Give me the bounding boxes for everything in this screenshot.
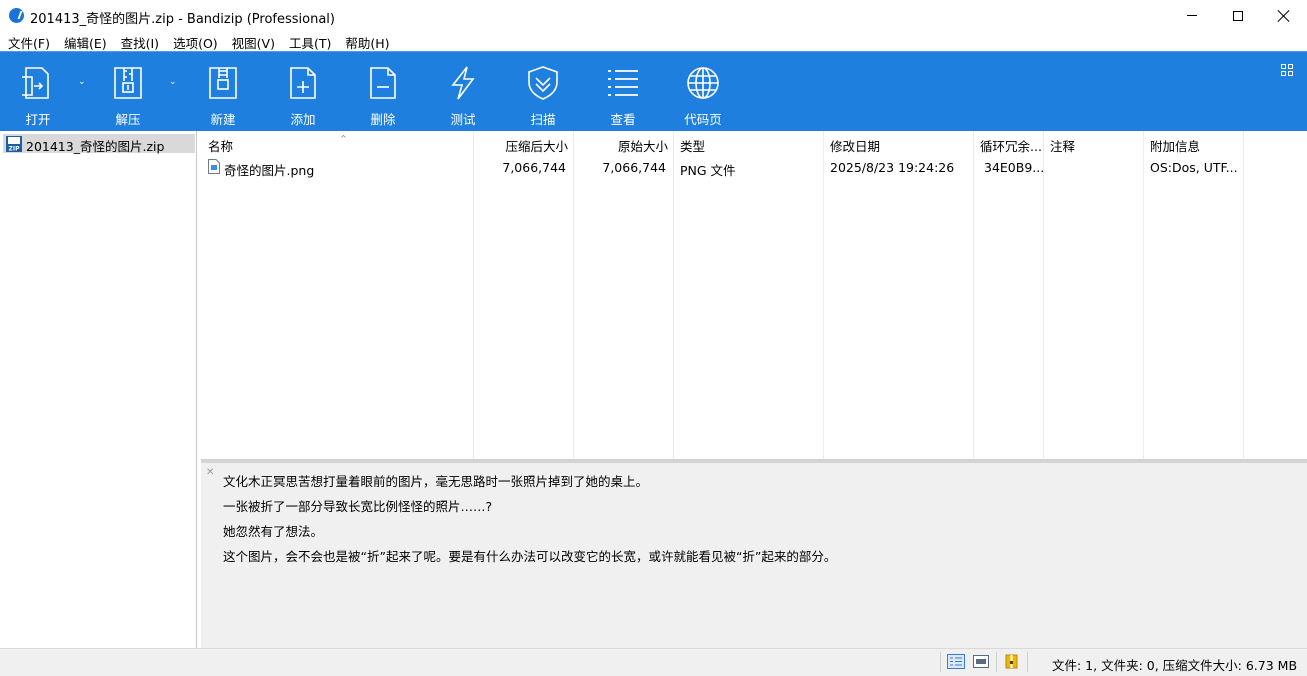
file-name-cell: 奇怪的图片.png — [224, 163, 315, 178]
codepage-globe-icon — [685, 65, 721, 101]
file-modified-cell: 2025/8/23 19:24:26 — [830, 160, 955, 175]
file-extra-cell: OS:Dos, UTF... — [1150, 160, 1238, 175]
test-button[interactable]: 测试 — [431, 52, 495, 132]
open-archive-icon — [20, 65, 56, 101]
test-lightning-icon — [445, 65, 481, 101]
minimize-button[interactable] — [1169, 0, 1215, 31]
codepage-label: 代码页 — [684, 112, 722, 127]
new-button[interactable]: 新建 — [191, 52, 255, 132]
close-icon — [1278, 10, 1290, 22]
scan-shield-icon — [525, 65, 561, 101]
open-button[interactable]: 打开 — [6, 52, 70, 132]
delete-file-icon — [365, 65, 401, 101]
status-divider — [940, 652, 941, 672]
menu-bar: 文件(F) 编辑(E) 查找(I) 选项(O) 视图(V) 工具(T) 帮助(H… — [0, 31, 1307, 51]
details-view-icon[interactable] — [947, 654, 965, 669]
column-divider[interactable] — [673, 131, 674, 459]
extract-zipper-icon — [110, 65, 146, 101]
delete-label: 删除 — [370, 112, 396, 127]
delete-button[interactable]: 删除 — [351, 52, 415, 132]
column-header-packed[interactable]: 压缩后大小 — [473, 136, 568, 155]
archive-info-icon[interactable] — [1003, 654, 1021, 669]
sort-ascending-icon: ^ — [340, 134, 347, 143]
open-label: 打开 — [25, 112, 51, 127]
menu-edit[interactable]: 编辑(E) — [64, 31, 107, 51]
column-header-extra[interactable]: 附加信息 — [1150, 136, 1200, 155]
menu-view[interactable]: 视图(V) — [232, 31, 275, 51]
title-bar: 201413_奇怪的图片.zip - Bandizip (Professiona… — [0, 0, 1307, 31]
status-divider — [996, 652, 997, 672]
scan-label: 扫描 — [530, 112, 556, 127]
column-divider[interactable] — [473, 131, 474, 459]
menu-file[interactable]: 文件(F) — [8, 31, 50, 51]
svg-text:ZIP: ZIP — [9, 146, 21, 153]
close-comment-icon[interactable]: ✕ — [206, 468, 216, 478]
column-divider[interactable] — [573, 131, 574, 459]
archive-comment-pane: ✕ 文化木正冥思苦想打量着眼前的图片，毫无思路时一张照片掉到了她的桌上。 一张被… — [201, 463, 1307, 648]
tree-item-label: 201413_奇怪的图片.zip — [26, 139, 165, 154]
open-dropdown-chevron-icon[interactable]: ⌄ — [78, 77, 88, 87]
extract-button[interactable]: 解压 — [96, 52, 160, 132]
extract-label: 解压 — [115, 112, 141, 127]
column-header-crc[interactable]: 循环冗余... — [980, 136, 1042, 155]
close-button[interactable] — [1261, 0, 1307, 31]
png-file-icon — [208, 159, 220, 174]
column-header-name[interactable]: 名称 ^ — [208, 134, 347, 155]
new-label: 新建 — [210, 112, 236, 127]
window-title: 201413_奇怪的图片.zip - Bandizip (Professiona… — [30, 12, 335, 27]
view-label: 查看 — [610, 112, 636, 127]
file-type-cell: PNG 文件 — [680, 163, 736, 178]
column-divider[interactable] — [973, 131, 974, 459]
status-bar: 文件: 1, 文件夹: 0, 压缩文件大小: 6.73 MB — [0, 648, 1307, 676]
menu-find[interactable]: 查找(I) — [121, 31, 159, 51]
view-list-icon — [605, 65, 641, 101]
column-divider[interactable] — [1143, 131, 1144, 459]
column-divider[interactable] — [823, 131, 824, 459]
maximize-button[interactable] — [1215, 0, 1261, 31]
menu-options[interactable]: 选项(O) — [173, 31, 218, 51]
zip-archive-icon: ZIP — [6, 136, 22, 153]
view-button[interactable]: 查看 — [591, 52, 655, 132]
tree-item-archive[interactable]: ZIP 201413_奇怪的图片.zip — [3, 134, 195, 154]
status-summary: 文件: 1, 文件夹: 0, 压缩文件大小: 6.73 MB — [1052, 658, 1298, 673]
column-header-comment[interactable]: 注释 — [1050, 136, 1075, 155]
scan-button[interactable]: 扫描 — [511, 52, 575, 132]
add-file-icon — [285, 65, 321, 101]
file-list-pane: 名称 ^ 压缩后大小 原始大小 类型 修改日期 循环冗余... 注释 附加信息 … — [201, 131, 1307, 459]
thumbnail-view-icon[interactable] — [972, 654, 990, 669]
comment-line: 她忽然有了想法。 — [223, 524, 324, 539]
comment-line: 这个图片，会不会也是被“折”起来了呢。要是有什么办法可以改变它的长宽，或许就能看… — [223, 549, 837, 564]
extract-dropdown-chevron-icon[interactable]: ⌄ — [169, 77, 179, 87]
comment-line: 一张被折了一部分导致长宽比例怪怪的照片……? — [223, 499, 493, 514]
maximize-icon — [1233, 10, 1243, 21]
comment-line: 文化木正冥思苦想打量着眼前的图片，毫无思路时一张照片掉到了她的桌上。 — [223, 474, 649, 489]
column-header-type[interactable]: 类型 — [680, 136, 705, 155]
menu-help[interactable]: 帮助(H) — [345, 31, 389, 51]
add-button[interactable]: 添加 — [271, 52, 335, 132]
test-label: 测试 — [450, 112, 476, 127]
column-header-name-label: 名称 — [208, 139, 234, 154]
column-header-modified[interactable]: 修改日期 — [830, 136, 880, 155]
bandizip-app-icon — [9, 8, 24, 23]
new-archive-icon — [205, 65, 241, 101]
folder-tree-pane: ZIP 201413_奇怪的图片.zip — [0, 131, 197, 648]
status-divider — [1027, 652, 1028, 672]
column-header-size[interactable]: 原始大小 — [573, 136, 668, 155]
file-size-cell: 7,066,744 — [602, 160, 666, 175]
add-label: 添加 — [290, 112, 316, 127]
column-divider[interactable] — [1243, 131, 1244, 459]
file-crc-cell: 34E0B9... — [984, 160, 1045, 175]
column-divider[interactable] — [1043, 131, 1044, 459]
toolbar: 打开 ⌄ 解压 ⌄ 新建 添加 删除 测试 扫描 查看 代码页 — [0, 51, 1307, 131]
minimize-icon — [1187, 15, 1197, 16]
file-packed-cell: 7,066,744 — [502, 160, 566, 175]
layout-grid-icon[interactable] — [1281, 64, 1295, 78]
codepage-button[interactable]: 代码页 — [671, 52, 735, 132]
menu-tools[interactable]: 工具(T) — [289, 31, 331, 51]
